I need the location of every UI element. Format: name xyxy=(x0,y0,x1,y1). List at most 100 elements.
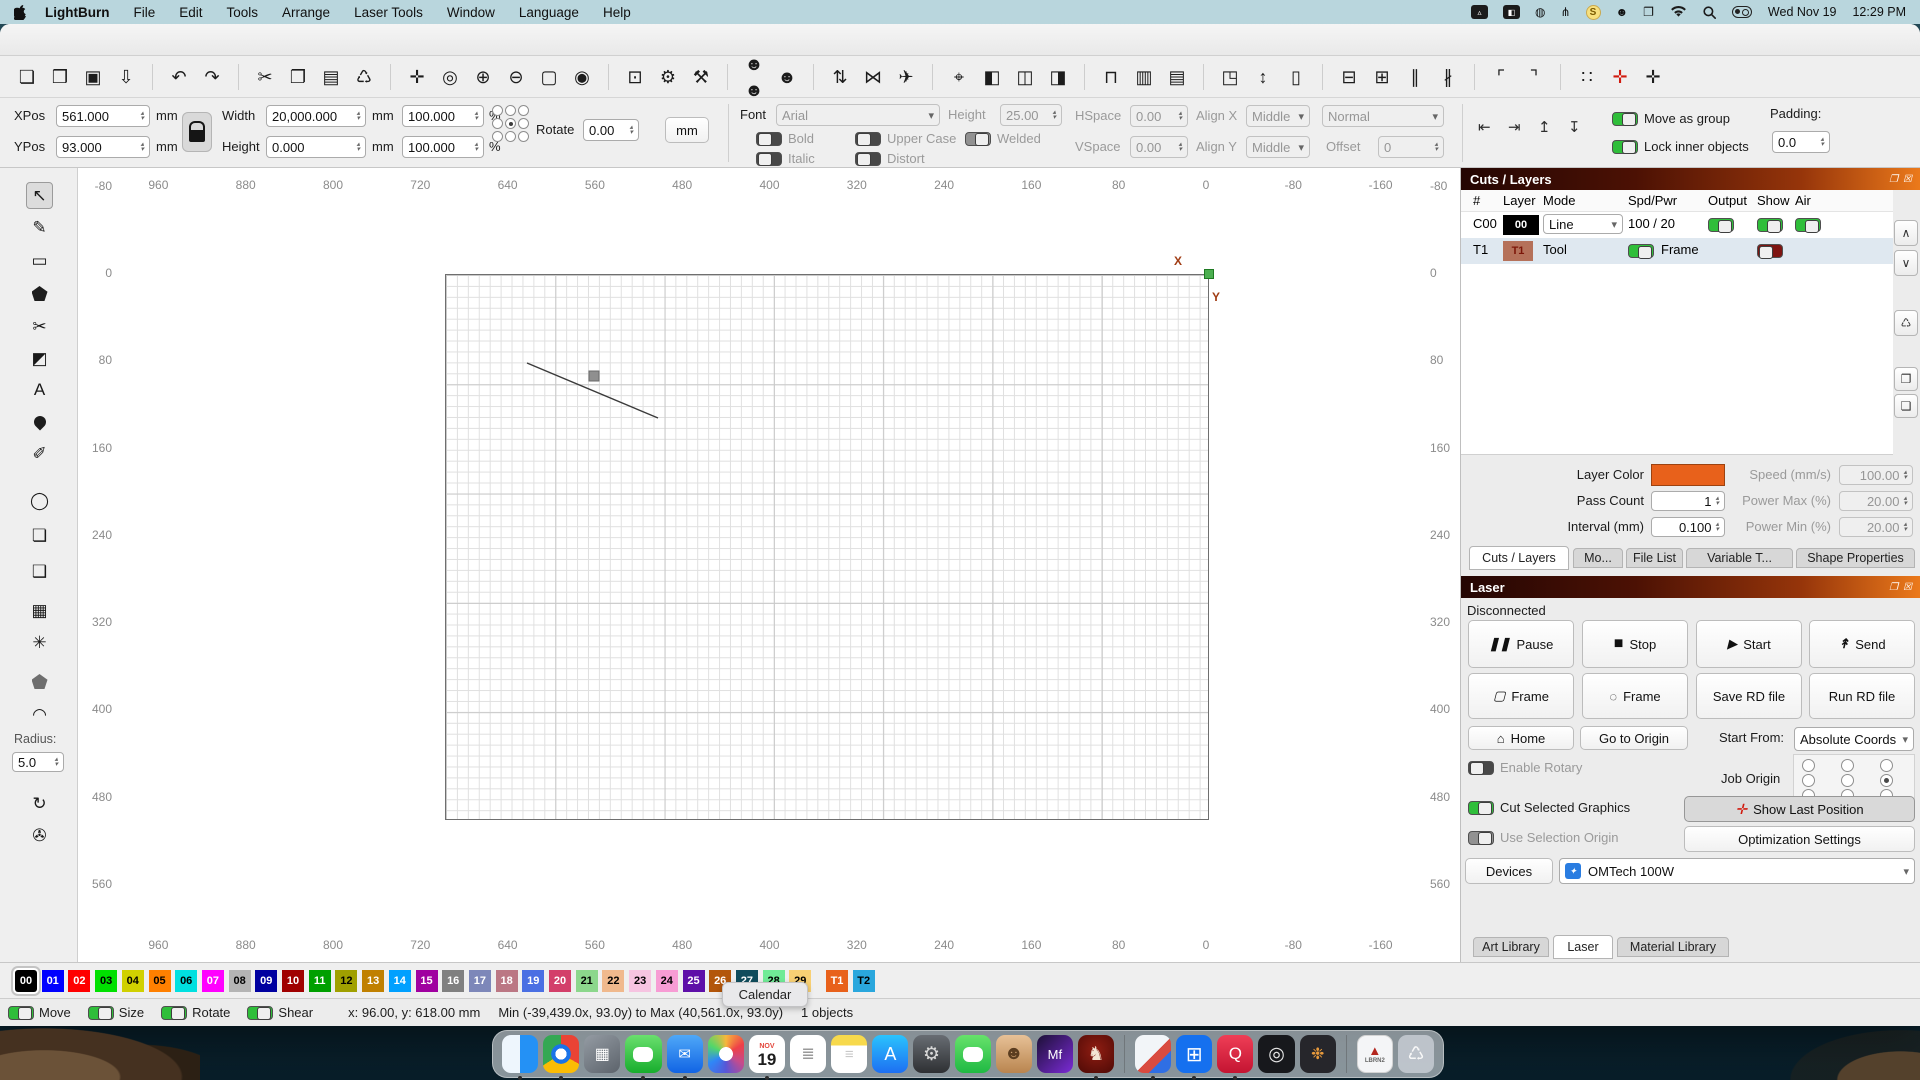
panel-tab-laser[interactable]: Laser xyxy=(1553,935,1613,959)
text-style-select[interactable]: Normal xyxy=(1322,105,1444,127)
print-device-tool[interactable]: ✇ xyxy=(26,822,53,849)
polygon-tool[interactable] xyxy=(26,280,53,307)
zoom-in-icon[interactable]: ⊕ xyxy=(470,64,496,90)
palette-color-14[interactable]: 14 xyxy=(389,970,411,992)
palette-color-05[interactable]: 05 xyxy=(149,970,171,992)
dock-balloons-app[interactable]: ❉ xyxy=(1300,1035,1336,1073)
cut-selected-graphics-toggle[interactable]: Cut Selected Graphics xyxy=(1468,800,1630,815)
start-button[interactable]: ▶Start xyxy=(1696,620,1802,668)
rotate-toggle[interactable]: Rotate xyxy=(161,1005,230,1020)
menu-arrange[interactable]: Arrange xyxy=(282,5,330,20)
align-edge-bottom-icon[interactable]: ↧ xyxy=(1568,118,1581,136)
selected-line-object[interactable] xyxy=(518,353,738,433)
power-min-input[interactable]: 20.00 xyxy=(1839,517,1913,537)
speed-input[interactable]: 100.00 xyxy=(1839,465,1913,485)
equal-space-v-icon[interactable]: ∦ xyxy=(1435,64,1461,90)
align-edge-right-icon[interactable]: ⇥ xyxy=(1508,118,1521,136)
menu-help[interactable]: Help xyxy=(603,5,631,20)
align-right-icon[interactable]: ◨ xyxy=(1045,64,1071,90)
wifi-icon[interactable] xyxy=(1670,6,1687,18)
circular-array-tool[interactable]: ↻ xyxy=(26,790,53,817)
radius-input[interactable]: 5.0 xyxy=(12,752,64,772)
corner-top-right-icon[interactable]: ⌝ xyxy=(1521,64,1547,90)
palette-color-16[interactable]: 16 xyxy=(442,970,464,992)
lock-inner-objects-toggle[interactable]: Lock inner objects xyxy=(1612,139,1749,154)
utensils-icon[interactable]: ⋔ xyxy=(1560,5,1570,19)
float-panel-icon[interactable]: ❐ xyxy=(1889,174,1898,185)
layer-row-t1[interactable]: T1 T1 Tool Frame xyxy=(1461,238,1893,264)
panel-tab-material-library[interactable]: Material Library xyxy=(1617,937,1729,957)
menu-language[interactable]: Language xyxy=(519,5,579,20)
height-percent-input[interactable]: 100.000 xyxy=(402,136,484,158)
tab-cuts-layers[interactable]: Cuts / Layers xyxy=(1469,546,1569,570)
distort-toggle[interactable]: Distort xyxy=(855,151,925,166)
home-button[interactable]: ⌂Home xyxy=(1468,726,1574,750)
menu-window[interactable]: Window xyxy=(447,5,495,20)
machine-tools-icon[interactable]: ⚒ xyxy=(688,64,714,90)
align-top-icon[interactable]: ⊓ xyxy=(1098,64,1124,90)
v-spacing-icon[interactable]: ⊞ xyxy=(1369,64,1395,90)
ypos-input[interactable]: 93.000 xyxy=(56,136,150,158)
units-button[interactable]: mm xyxy=(665,117,709,143)
position-laser-tool[interactable] xyxy=(26,408,53,435)
anchor-point-2[interactable] xyxy=(518,105,529,116)
copy-icon[interactable]: ❐ xyxy=(285,64,311,90)
import-icon[interactable]: ⇩ xyxy=(113,64,139,90)
goto-origin-button[interactable]: Go to Origin xyxy=(1580,726,1688,750)
layer-up-button[interactable]: ∧ xyxy=(1894,220,1918,246)
send-icon[interactable]: ✈ xyxy=(893,64,919,90)
laser-header[interactable]: Laser ❐☒ xyxy=(1461,576,1920,598)
palette-color-13[interactable]: 13 xyxy=(362,970,384,992)
dock-notes[interactable]: ≡ xyxy=(831,1035,867,1073)
palette-color-24[interactable]: 24 xyxy=(656,970,678,992)
menu-laser-tools[interactable]: Laser Tools xyxy=(354,5,423,20)
user-icon[interactable]: ☻ xyxy=(774,64,800,90)
palette-color-09[interactable]: 09 xyxy=(255,970,277,992)
dock-messages[interactable] xyxy=(625,1035,661,1073)
palette-color-10[interactable]: 10 xyxy=(282,970,304,992)
palette-color-03[interactable]: 03 xyxy=(95,970,117,992)
anchor-point-3[interactable] xyxy=(492,118,503,129)
close-panel-icon[interactable]: ☒ xyxy=(1903,174,1912,185)
screen-share-icon[interactable]: ◧ xyxy=(1503,5,1520,19)
polygon-shape-tool[interactable] xyxy=(26,668,53,695)
anchor-point-6[interactable] xyxy=(492,131,503,142)
text-tool[interactable]: A xyxy=(26,376,53,403)
send-button[interactable]: ↟Send xyxy=(1809,620,1915,668)
palette-color-04[interactable]: 04 xyxy=(122,970,144,992)
palette-color-22[interactable]: 22 xyxy=(602,970,624,992)
dock-trash[interactable]: ♺ xyxy=(1398,1035,1434,1073)
palette-color-01[interactable]: 01 xyxy=(42,970,64,992)
pass-count-input[interactable]: 1 xyxy=(1651,491,1725,511)
layer-frame-toggle[interactable] xyxy=(1628,244,1654,258)
dock-calendar[interactable]: NOV19 xyxy=(749,1035,785,1073)
equal-space-h-icon[interactable]: ∥ xyxy=(1402,64,1428,90)
font-select[interactable]: Arial xyxy=(776,104,940,126)
device-settings-icon[interactable]: ⚙ xyxy=(655,64,681,90)
job-origin-radio-4[interactable] xyxy=(1841,774,1854,787)
menu-time[interactable]: 12:29 PM xyxy=(1852,5,1906,19)
menu-edit[interactable]: Edit xyxy=(179,5,202,20)
start-from-select[interactable]: Absolute Coords xyxy=(1794,727,1914,751)
zoom-page-icon[interactable]: ◎ xyxy=(437,64,463,90)
anchor-point-1[interactable] xyxy=(505,105,516,116)
dock-chrome[interactable] xyxy=(543,1035,579,1073)
bold-toggle[interactable]: Bold xyxy=(756,131,814,146)
align-left-icon[interactable]: ◧ xyxy=(979,64,1005,90)
flip-vertical-icon[interactable]: ⇅ xyxy=(827,64,853,90)
palette-color-11[interactable]: 11 xyxy=(309,970,331,992)
pen-tool[interactable]: ✐ xyxy=(26,440,53,467)
flip-horizontal-icon[interactable]: ⋈ xyxy=(860,64,886,90)
account-icon[interactable]: ☻ xyxy=(1616,5,1629,19)
layer-down-button[interactable]: ∨ xyxy=(1894,250,1918,276)
tab-shape-properties[interactable]: Shape Properties xyxy=(1796,548,1915,568)
offset-shapes-tool[interactable]: ❏ xyxy=(26,522,53,549)
palette-color-19[interactable]: 19 xyxy=(522,970,544,992)
h-spacing-icon[interactable]: ⊟ xyxy=(1336,64,1362,90)
job-origin-radio-5[interactable] xyxy=(1880,774,1893,787)
title-bar[interactable]: <untitled> * - OMTech 100W - LightBurn P… xyxy=(0,24,1920,56)
hspace-input[interactable]: 0.00 xyxy=(1130,105,1188,127)
layer-show-toggle[interactable] xyxy=(1757,218,1783,232)
undo-icon[interactable]: ↶ xyxy=(166,64,192,90)
interval-input[interactable]: 0.100 xyxy=(1651,517,1725,537)
